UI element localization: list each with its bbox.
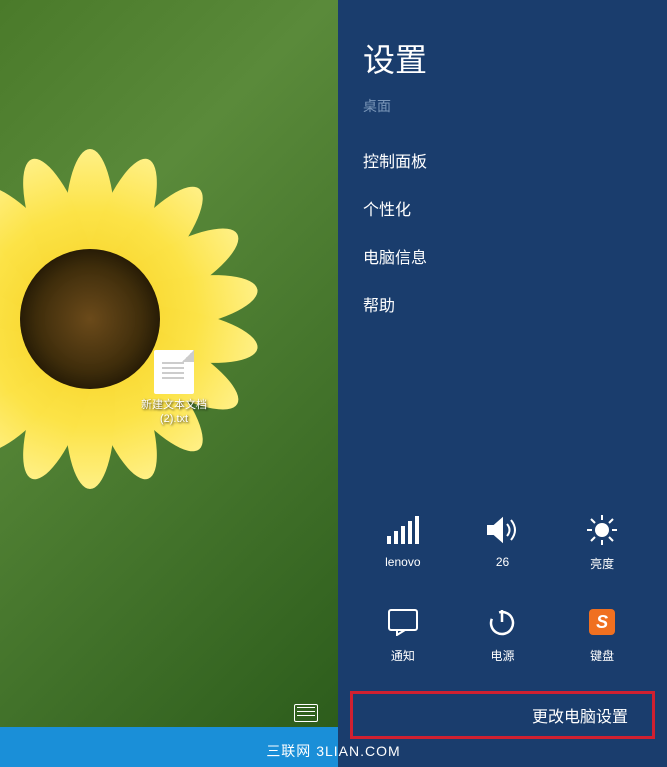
tile-volume-label: 26	[458, 555, 548, 569]
tile-brightness-label: 亮度	[557, 555, 647, 572]
speaker-icon	[458, 511, 548, 549]
menu-item-pc-info[interactable]: 电脑信息	[363, 232, 642, 280]
taskbar[interactable]	[0, 727, 338, 767]
tile-power[interactable]: 电源	[458, 595, 548, 672]
change-pc-settings-button[interactable]: 更改电脑设置	[350, 691, 655, 739]
tile-notifications[interactable]: 通知	[358, 595, 448, 672]
brightness-icon	[557, 511, 647, 549]
panel-title: 设置	[338, 0, 667, 96]
desktop-area: 新建文本文档 (2).txt	[0, 0, 338, 767]
quick-settings-tiles: lenovo 26	[338, 503, 667, 672]
tile-power-label: 电源	[458, 647, 548, 664]
panel-subtitle: 桌面	[338, 96, 667, 136]
tile-notifications-label: 通知	[358, 647, 448, 664]
desktop-file-icon[interactable]: 新建文本文档 (2).txt	[138, 350, 210, 427]
tile-keyboard-label: 键盘	[557, 647, 647, 664]
ime-icon: S	[557, 603, 647, 641]
text-file-icon	[154, 350, 194, 394]
keyboard-indicator-icon[interactable]	[294, 704, 318, 722]
wifi-signal-icon	[358, 511, 448, 549]
notification-icon	[358, 603, 448, 641]
tile-volume[interactable]: 26	[458, 503, 548, 580]
change-pc-settings-label: 更改电脑设置	[532, 703, 628, 727]
tile-brightness[interactable]: 亮度	[557, 503, 647, 580]
menu-item-personalization[interactable]: 个性化	[363, 184, 642, 232]
settings-menu-list: 控制面板 个性化 电脑信息 帮助	[338, 136, 667, 328]
menu-item-control-panel[interactable]: 控制面板	[363, 136, 642, 184]
tile-network-label: lenovo	[358, 555, 448, 569]
settings-charm-panel: 设置 桌面 控制面板 个性化 电脑信息 帮助 lenovo 26	[338, 0, 667, 767]
tile-keyboard[interactable]: S 键盘	[557, 595, 647, 672]
file-label: 新建文本文档 (2).txt	[138, 398, 210, 427]
power-icon	[458, 603, 548, 641]
tile-network[interactable]: lenovo	[358, 503, 448, 580]
menu-item-help[interactable]: 帮助	[363, 280, 642, 328]
